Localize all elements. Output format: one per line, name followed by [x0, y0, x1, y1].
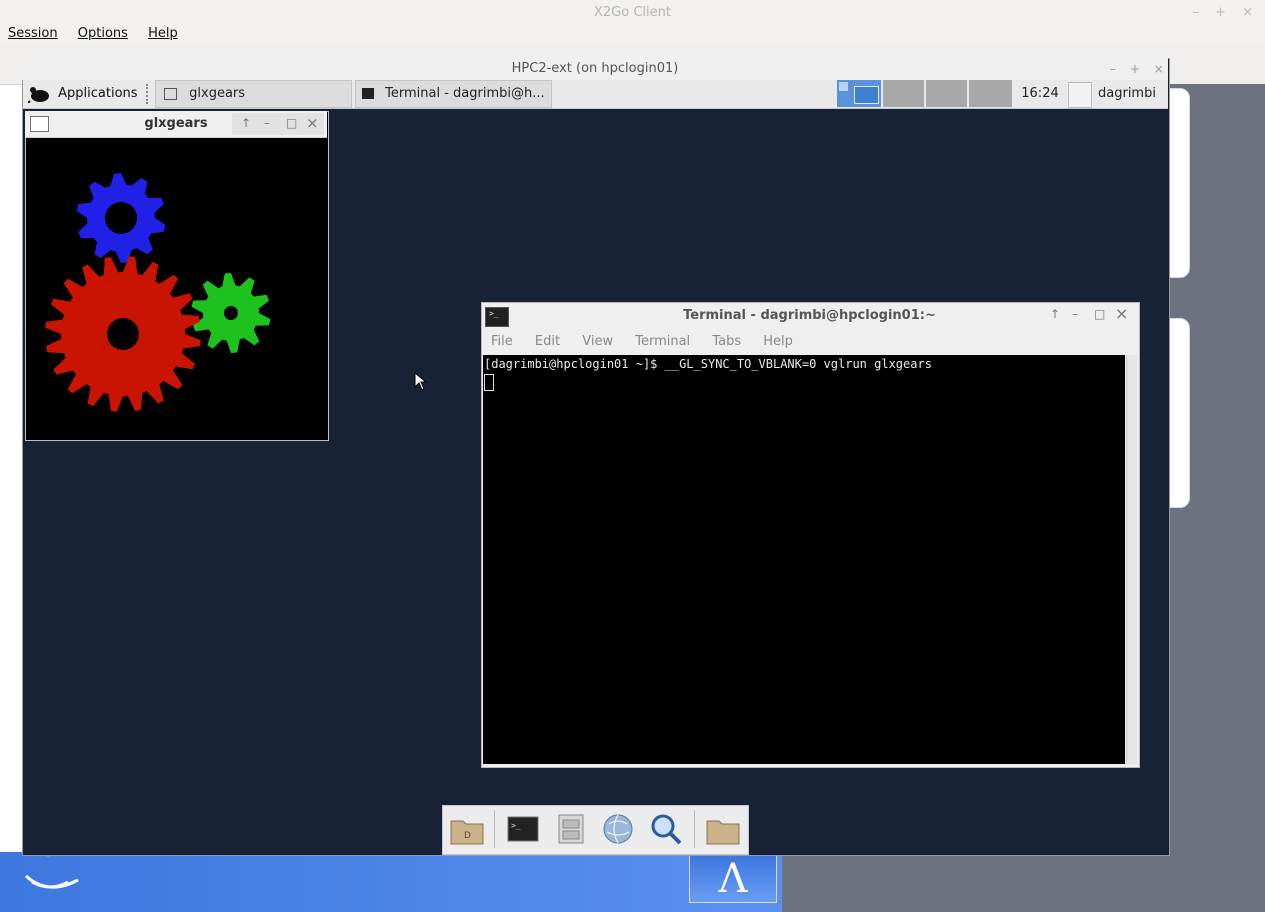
- minimize-button[interactable]: –: [1192, 5, 1199, 20]
- lambda-logo: Λ: [689, 855, 777, 903]
- terminal-icon: [362, 88, 374, 99]
- dock-separator: [694, 810, 695, 848]
- terminal-title: Terminal - dagrimbi@hpclogin01:~: [683, 308, 936, 323]
- folder-icon[interactable]: [706, 812, 740, 846]
- terminal-scrollbar[interactable]: [1126, 355, 1137, 764]
- menu-view[interactable]: View: [582, 334, 613, 349]
- user-icon[interactable]: [1068, 82, 1092, 108]
- dock: [442, 805, 749, 855]
- menu-terminal[interactable]: Terminal: [635, 334, 690, 349]
- blue-gear-hole: [105, 202, 137, 234]
- workspace-2[interactable]: [883, 80, 924, 107]
- svg-text:>_: >_: [511, 821, 521, 830]
- x2go-menubar: Session Options Help: [0, 26, 1265, 44]
- menu-edit[interactable]: Edit: [535, 334, 560, 349]
- mouse-cursor-icon: [414, 372, 428, 391]
- close-icon[interactable]: ×: [1115, 304, 1128, 323]
- green-gear-hole: [224, 306, 238, 320]
- window-menu-icon[interactable]: [30, 116, 49, 132]
- x2go-window-controls[interactable]: – + ×: [1180, 0, 1253, 26]
- window-icon: [164, 87, 177, 100]
- maximize-icon[interactable]: □: [286, 116, 297, 130]
- file-manager-icon[interactable]: [554, 812, 588, 846]
- terminal-window-icon[interactable]: >_: [485, 307, 509, 327]
- minimize-icon[interactable]: –: [264, 116, 270, 130]
- web-browser-icon[interactable]: [601, 812, 635, 846]
- shade-up-icon[interactable]: ↑: [1050, 307, 1060, 321]
- menu-help[interactable]: Help: [763, 334, 793, 349]
- clock[interactable]: 16:24: [1016, 80, 1064, 107]
- glxgears-canvas: [45, 173, 271, 412]
- search-icon[interactable]: [649, 812, 683, 846]
- menu-options[interactable]: Options: [78, 26, 128, 41]
- close-button[interactable]: ×: [1154, 62, 1164, 76]
- dock-separator: [494, 810, 495, 848]
- menu-tabs[interactable]: Tabs: [712, 334, 741, 349]
- session-window-controls[interactable]: – + ×: [1100, 58, 1164, 80]
- menu-help[interactable]: Help: [148, 26, 178, 41]
- maximize-icon[interactable]: □: [1094, 307, 1105, 321]
- terminal-cursor: [484, 374, 494, 391]
- applications-label: Applications: [58, 86, 138, 101]
- maximize-button[interactable]: +: [1215, 5, 1226, 20]
- terminal-line: [dagrimbi@hpclogin01 ~]$ __GL_SYNC_TO_VB…: [484, 357, 932, 371]
- username-label[interactable]: dagrimbi: [1098, 80, 1156, 107]
- minimize-icon[interactable]: –: [1072, 307, 1078, 321]
- workspace-3[interactable]: [926, 80, 967, 107]
- glxgears-controls: ↑ – □ ×: [232, 113, 324, 135]
- applications-menu-button[interactable]: Applications: [27, 81, 138, 107]
- client-background-bottom: [0, 852, 782, 912]
- home-folder-icon[interactable]: D: [450, 812, 484, 846]
- workspace-1[interactable]: [837, 80, 881, 107]
- svg-text:D: D: [464, 831, 471, 841]
- maximize-button[interactable]: +: [1130, 62, 1140, 76]
- red-gear-hole: [107, 318, 139, 350]
- client-background-bottom-right: [782, 852, 1265, 912]
- terminal-output[interactable]: [dagrimbi@hpclogin01 ~]$ __GL_SYNC_TO_VB…: [483, 355, 1125, 764]
- workspace-4[interactable]: [969, 80, 1012, 107]
- taskbar-button-terminal[interactable]: Terminal - dagrimbi@h...: [355, 80, 552, 108]
- xfce-mouse-icon: [27, 86, 49, 104]
- taskbar-button-glxgears[interactable]: glxgears: [155, 80, 352, 108]
- terminal-icon[interactable]: >_: [506, 812, 540, 846]
- menu-file[interactable]: File: [491, 334, 513, 349]
- task-label: glxgears: [189, 86, 246, 101]
- menu-session[interactable]: Session: [8, 26, 58, 41]
- session-window-title: HPC2-ext (on hpclogin01): [22, 58, 1168, 80]
- terminal-menubar: File Edit View Terminal Tabs Help: [482, 330, 802, 354]
- glxgears-title-label: glxgears: [144, 116, 208, 131]
- shade-up-icon[interactable]: ↑: [241, 116, 251, 130]
- task-label: Terminal - dagrimbi@h...: [385, 86, 545, 101]
- panel-separator: [146, 84, 150, 104]
- close-icon[interactable]: ×: [306, 114, 319, 132]
- close-button[interactable]: ×: [1242, 5, 1253, 20]
- x2go-window-title: X2Go Client: [0, 0, 1265, 27]
- minimize-button[interactable]: –: [1110, 62, 1116, 76]
